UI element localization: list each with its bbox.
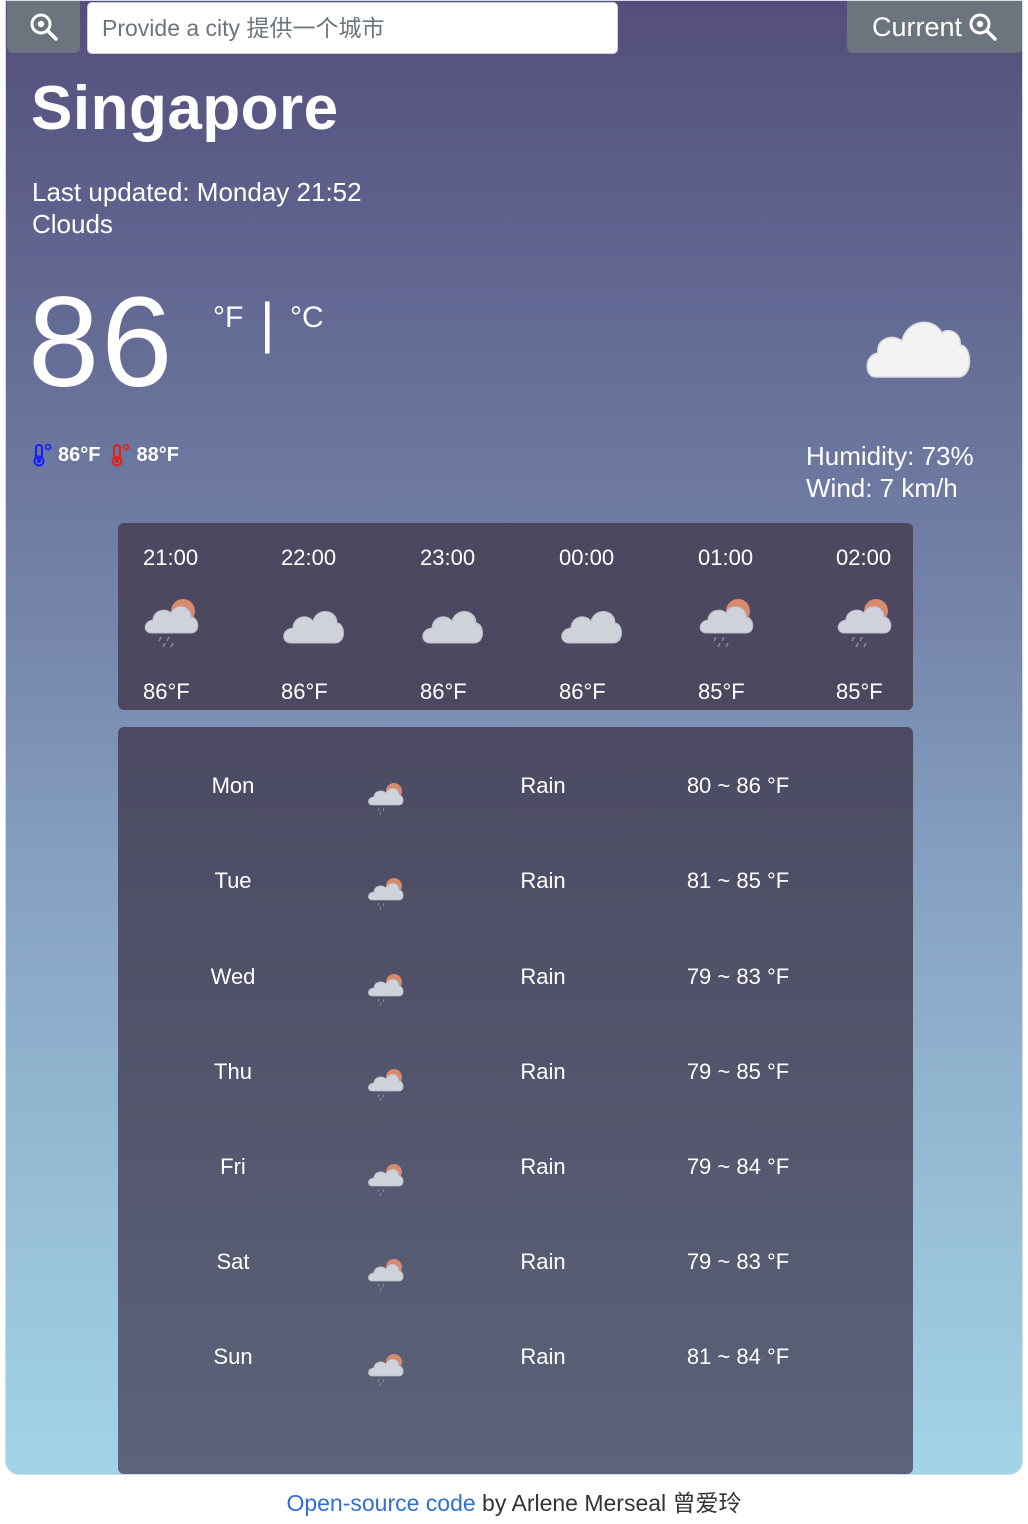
day-name: Sun [213,1344,253,1369]
hourly-item: 00:00 86°F [559,523,669,710]
weather-app: Current Singapore Last updated: Monday 2… [5,0,1023,1475]
cloud-icon [281,593,345,654]
hour-time: 22:00 [281,545,337,570]
daily-row: Wed Rain 79 ~ 83 °F [118,964,913,1024]
hour-temperature: 86°F [281,679,328,704]
hour-temperature: 86°F [420,679,467,704]
day-description: Rain [520,773,566,798]
day-description: Rain [520,1249,566,1274]
hourly-item: 22:00 86°F [281,523,391,710]
celsius-link[interactable]: °C [290,301,324,335]
day-description: Rain [520,1059,566,1084]
day-description: Rain [520,868,566,893]
hour-time: 02:00 [836,545,892,570]
thermometer-hot-icon [111,443,130,467]
sun-rain-cloud-icon [367,779,405,821]
day-temperature-range: 81 ~ 84 °F [686,1344,790,1369]
hourly-item: 02:00 85°F [836,523,946,710]
current-temperature: 86 [28,271,175,414]
daily-row: Tue Rain 81 ~ 85 °F [118,868,913,928]
daily-forecast: Mon Rain 80 ~ 86 °F Tue Rain 81 ~ 85 °F … [118,727,913,1474]
day-name: Fri [220,1154,246,1179]
footer: Open-source code by Arlene Merseal 曾爱玲 [0,1484,1028,1518]
hour-time: 23:00 [420,545,476,570]
day-name: Thu [214,1059,252,1084]
cloud-icon [862,309,972,386]
daily-row: Sat Rain 79 ~ 83 °F [118,1249,913,1309]
hour-temperature: 85°F [698,679,745,704]
sun-rain-cloud-icon [367,1065,405,1107]
daily-row: Sun Rain 81 ~ 84 °F [118,1344,913,1404]
sun-rain-cloud-icon [367,970,405,1012]
day-temperature-range: 81 ~ 85 °F [686,868,790,893]
search-icon [30,13,58,41]
hour-temperature: 86°F [559,679,606,704]
hour-time: 00:00 [559,545,615,570]
day-description: Rain [520,964,566,989]
thermometer-cold-icon [33,443,52,467]
cloud-icon [559,593,623,654]
sun-rain-cloud-icon [367,1160,405,1202]
search-icon [969,13,997,41]
sun-rain-cloud-icon [836,593,894,654]
day-description: Rain [520,1154,566,1179]
current-location-button[interactable]: Current [847,1,1022,53]
hourly-item: 01:00 85°F [698,523,808,710]
current-button-label: Current [871,11,963,42]
open-source-link[interactable]: Open-source code [286,1490,475,1516]
hour-time: 21:00 [143,545,199,570]
hourly-item: 23:00 86°F [420,523,530,710]
cloud-icon [420,593,484,654]
daily-row: Fri Rain 79 ~ 84 °F [118,1154,913,1214]
search-button[interactable] [7,1,80,53]
day-name: Tue [214,868,252,893]
sun-rain-cloud-icon [367,1350,405,1392]
weather-description: Clouds [32,209,113,239]
hourly-forecast: 21:00 86°F 22:00 86°F 23:00 86°F 00:00 8… [118,523,913,710]
wind-speed: Wind: 7 km/h [806,473,958,503]
daily-row: Thu Rain 79 ~ 85 °F [118,1059,913,1119]
fahrenheit-link[interactable]: °F [213,301,243,335]
day-name: Sat [216,1249,250,1274]
day-temperature-range: 79 ~ 85 °F [686,1059,790,1084]
hour-time: 01:00 [698,545,754,570]
day-temperature-range: 79 ~ 83 °F [686,1249,790,1274]
city-name: Singapore [31,74,339,143]
hour-temperature: 85°F [836,679,883,704]
day-name: Wed [210,964,256,989]
max-temperature: 88°F [136,443,179,466]
sun-rain-cloud-icon [143,593,201,654]
unit-separator: | [260,291,275,354]
hour-temperature: 86°F [143,679,190,704]
last-updated: Last updated: Monday 21:52 [32,177,362,207]
day-temperature-range: 80 ~ 86 °F [686,773,790,798]
sun-rain-cloud-icon [367,874,405,916]
city-search-input[interactable] [87,2,618,54]
author-credit: by Arlene Merseal 曾爱玲 [475,1490,742,1516]
day-name: Mon [211,773,255,798]
sun-rain-cloud-icon [367,1255,405,1297]
day-temperature-range: 79 ~ 83 °F [686,964,790,989]
day-temperature-range: 79 ~ 84 °F [686,1154,790,1179]
humidity: Humidity: 73% [806,441,974,471]
min-max-temperature: 86°F 88°F [32,443,179,467]
hourly-item: 21:00 86°F [143,523,253,710]
daily-row: Mon Rain 80 ~ 86 °F [118,773,913,833]
sun-rain-cloud-icon [698,593,756,654]
day-description: Rain [520,1344,566,1369]
min-temperature: 86°F [58,443,101,466]
